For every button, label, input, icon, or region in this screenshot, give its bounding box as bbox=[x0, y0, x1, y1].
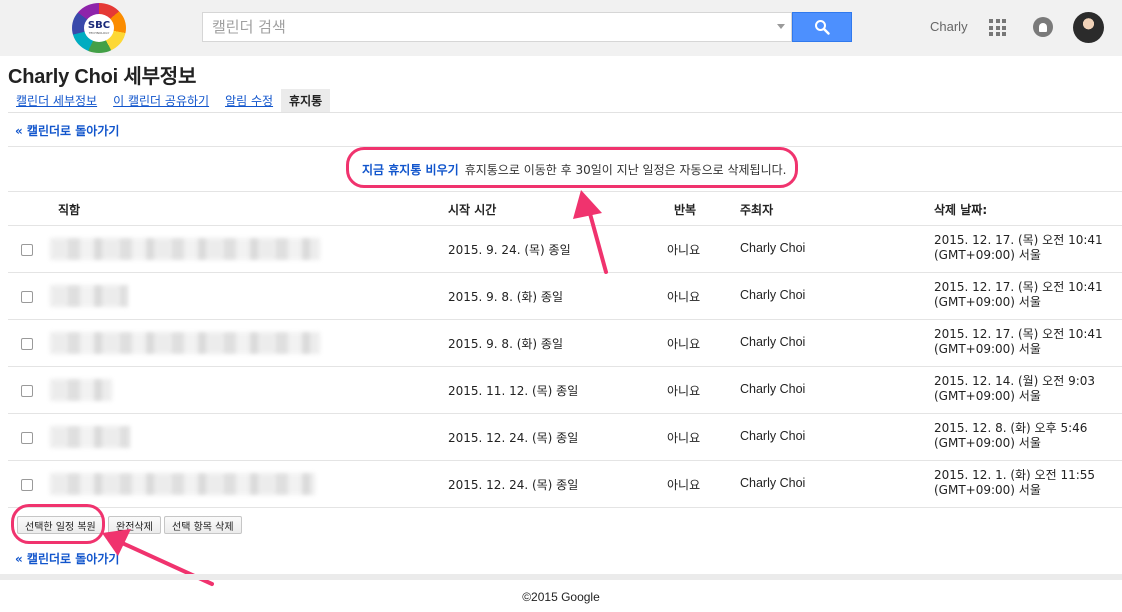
annotation-arrows bbox=[102, 190, 608, 586]
arrow-to-notice bbox=[573, 190, 608, 274]
footer-divider bbox=[0, 574, 1122, 580]
footer-copyright: ©2015 Google bbox=[522, 590, 600, 604]
